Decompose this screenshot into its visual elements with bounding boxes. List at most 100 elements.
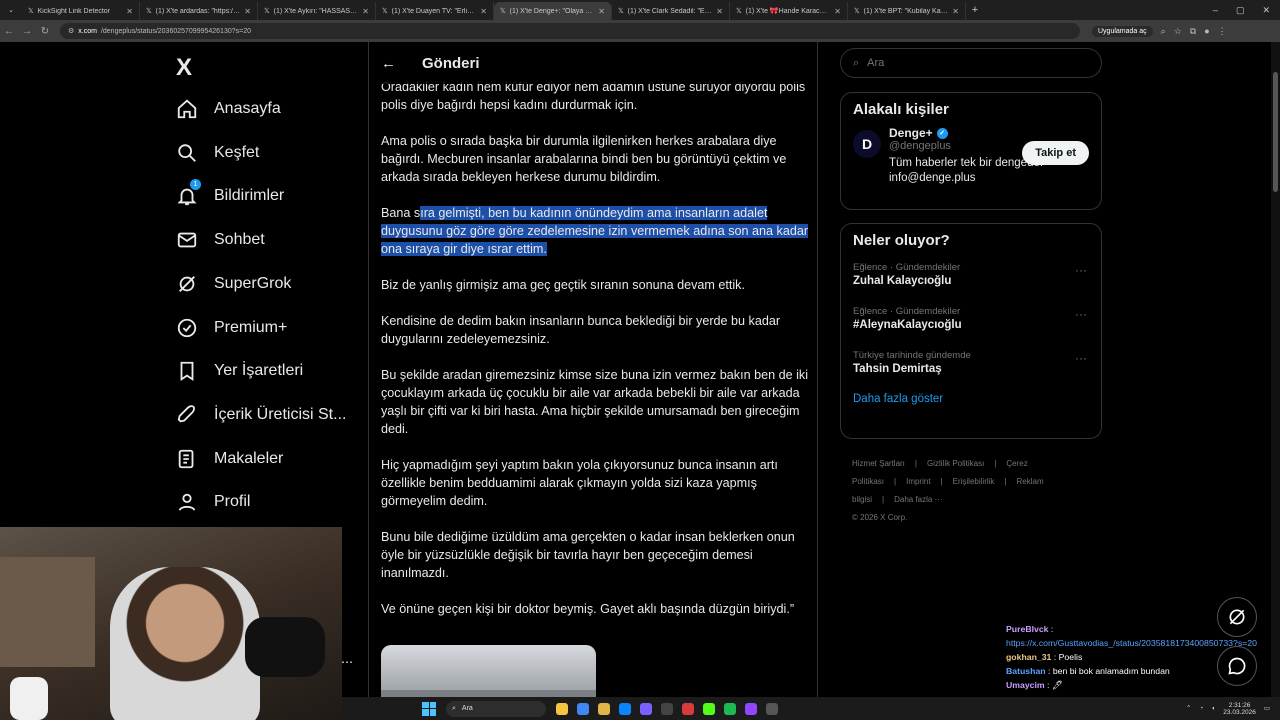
discord-icon[interactable] (640, 702, 652, 715)
trends-title: Neler oluyor? (853, 232, 950, 249)
chat-user: Umaycim (1006, 680, 1045, 690)
post-paragraph: Hiç yapmadığım şeyi yaptım bakın yola çı… (381, 458, 778, 508)
sidebar-item[interactable]: SuperGrok (176, 273, 291, 295)
sidebar-item[interactable]: Yer İşaretleri (176, 360, 303, 382)
browser-tab[interactable]: 𝕏 KickSight Link Detector ✕ (22, 2, 140, 20)
footer-separator: | (882, 495, 885, 504)
scrollbar-thumb[interactable] (1273, 72, 1278, 192)
tab-close-icon[interactable]: ✕ (598, 7, 605, 16)
x-logo[interactable]: X (176, 54, 192, 82)
avatar[interactable]: D (853, 130, 881, 158)
close-window-button[interactable]: ✕ (1262, 5, 1270, 16)
trend-item[interactable]: Eğlence · Gündemdekiler Zuhal Kalaycıoğlu… (841, 257, 1101, 292)
volume-icon[interactable]: ◖ (1211, 705, 1215, 712)
footer-link[interactable]: Hizmet Şartları (852, 459, 905, 468)
sidebar-item-label: Keşfet (214, 143, 260, 161)
show-more-link[interactable]: Daha fazla göster (841, 389, 1101, 409)
clock[interactable]: 2:31:26 23.03.2026 (1223, 702, 1256, 716)
footer-separator: | (914, 459, 917, 468)
open-in-app-button[interactable]: Uygulamada aç (1092, 25, 1153, 37)
tab-close-icon[interactable]: ✕ (126, 7, 133, 16)
browser-menu-icon[interactable]: ⋮ (1218, 26, 1227, 37)
footer-link[interactable]: Imprint (906, 477, 930, 486)
browser-tab[interactable]: 𝕏(1) X'te Duayen TV: "Erlik: Nevı...✕ (376, 2, 494, 20)
more-options-icon[interactable]: ··· (1075, 263, 1087, 277)
notification-icon[interactable]: ▭ (1264, 705, 1270, 712)
forward-nav-icon[interactable]: → (18, 26, 36, 37)
url-host: x.com (78, 27, 97, 35)
spotify-icon[interactable] (724, 702, 736, 715)
sidebar-item[interactable]: Anasayfa (176, 98, 281, 120)
app-red-icon[interactable] (682, 702, 694, 715)
chat-user: PureBlvck (1006, 624, 1049, 634)
back-nav-icon[interactable]: ← (0, 26, 18, 37)
footer-link[interactable]: Daha fazla ··· (894, 495, 942, 504)
browser-tab[interactable]: 𝕏(1) X'te Aykırı: "HASSAS / Şoke...✕ (258, 2, 376, 20)
tab-title: KickSight Link Detector (37, 7, 111, 15)
related-people-title: Alakalı kişiler (853, 101, 949, 118)
site-info-icon[interactable]: ⚙ (68, 27, 74, 35)
sidebar-item[interactable]: Premium+ (176, 317, 287, 339)
footer-separator: | (994, 459, 997, 468)
kick-icon[interactable] (703, 702, 715, 715)
bio-email[interactable]: info@denge.plus (889, 171, 1043, 186)
network-icon[interactable]: ◔ (1199, 705, 1203, 712)
browser-tab[interactable]: 𝕏(1) X'te Denge+: "Olaya şahit ol...✕ (494, 2, 612, 20)
paper-roll-image (10, 677, 48, 720)
trend-item[interactable]: Türkiye tarihinde gündemde Tahsin Demirta… (841, 345, 1101, 380)
footer-link[interactable]: Erişilebilirlik (953, 477, 995, 486)
tab-close-icon[interactable]: ✕ (362, 7, 369, 16)
browser-tab[interactable]: 𝕏(1) X'te BPT: "Kubilay Kaan Kur...✕ (848, 2, 966, 20)
account-handle: @dengeplus (889, 140, 951, 152)
search-input[interactable]: ⌕ Ara (840, 48, 1102, 78)
maximize-button[interactable]: ▢ (1236, 5, 1245, 16)
profile-avatar-icon[interactable]: ● (1204, 26, 1209, 36)
zoom-icon[interactable]: ⌕ (1161, 26, 1166, 37)
tab-close-icon[interactable]: ✕ (716, 7, 723, 16)
reload-icon[interactable]: ↻ (36, 26, 54, 37)
app-icon[interactable] (661, 702, 673, 715)
tray-chevron-icon[interactable]: ⌃ (1186, 705, 1191, 712)
edge-icon[interactable] (619, 702, 631, 715)
browser-tab[interactable]: 𝕏(1) X'te ardardas: "https://t.co/...✕ (140, 2, 258, 20)
sidebar-item[interactable]: Sohbet (176, 229, 265, 251)
obs-icon[interactable] (766, 702, 778, 715)
article-icon (176, 448, 198, 470)
folder-icon[interactable] (598, 702, 610, 715)
tab-close-icon[interactable]: ✕ (244, 7, 251, 16)
minimize-button[interactable]: – (1213, 5, 1218, 16)
post-paragraph: Biz de yanlış girmişiz ama geç geçtik sı… (381, 278, 745, 292)
tab-search-button[interactable]: ⌄ (0, 0, 22, 20)
file-explorer-icon[interactable] (556, 702, 568, 715)
bookmark-star-icon[interactable]: ☆ (1174, 26, 1182, 37)
bookmark-icon (176, 360, 198, 382)
tab-close-icon[interactable]: ✕ (952, 7, 959, 16)
tab-favicon-icon: 𝕏 (854, 8, 860, 15)
more-options-icon[interactable]: ··· (1075, 351, 1087, 365)
new-tab-button[interactable]: + (966, 4, 984, 16)
browser-tab[interactable]: 𝕏(1) X'te 🎀Hande Karacasu: "Ya...✕ (730, 2, 848, 20)
chrome-icon[interactable] (577, 702, 589, 715)
taskbar-search[interactable]: ⌕ Ara (446, 700, 546, 717)
sidebar-item[interactable]: Makaleler (176, 448, 283, 470)
tab-close-icon[interactable]: ✕ (480, 7, 487, 16)
more-options-icon[interactable]: ··· (1075, 307, 1087, 321)
trend-item[interactable]: Eğlence · Gündemdekiler #AleynaKalaycıoğl… (841, 301, 1101, 336)
twitch-icon[interactable] (745, 702, 757, 715)
chat-text: 🖊 (1051, 680, 1063, 690)
follow-button[interactable]: Takip et (1022, 141, 1089, 165)
sidebar-item[interactable]: İçerik Üreticisi St... (176, 404, 346, 426)
extensions-icon[interactable]: ⧉ (1190, 26, 1196, 37)
url-input[interactable]: ⚙ x.com/dengeplus/status/203602570999542… (60, 23, 1080, 39)
browser-tab[interactable]: 𝕏(1) X'te Clark Sedadil: "Emniyet...✕ (612, 2, 730, 20)
sidebar-item[interactable]: Profil (176, 491, 250, 513)
account-name[interactable]: Denge+ (889, 126, 933, 140)
sidebar-item[interactable]: 1 Bildirimler (176, 179, 284, 207)
back-arrow-icon[interactable]: ← (381, 55, 396, 72)
sidebar-item[interactable]: Keşfet (176, 142, 259, 164)
windows-start-icon[interactable] (422, 701, 436, 716)
page-scrollbar[interactable] (1271, 42, 1280, 720)
more-options-icon[interactable]: ⋯ (341, 655, 353, 669)
footer-link[interactable]: Gizlilik Politikası (927, 459, 984, 468)
tab-close-icon[interactable]: ✕ (834, 7, 841, 16)
